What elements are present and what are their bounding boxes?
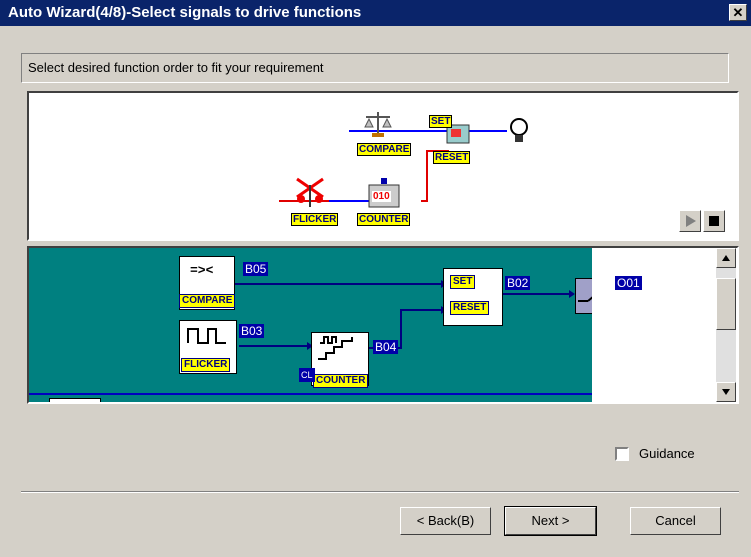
pulse-icon [187, 328, 226, 344]
window-title: Auto Wizard(4/8)-Select signals to drive… [8, 4, 362, 21]
guidance-label: Guidance [639, 446, 695, 461]
reset-label: RESET [433, 151, 471, 164]
compare-label: COMPARE [357, 143, 412, 156]
separator [21, 491, 739, 493]
compare-symbol: =>< [190, 263, 214, 278]
scroll-down-button[interactable] [716, 382, 736, 402]
instruction-text: Select desired function order to fit you… [28, 60, 324, 75]
scroll-up-button[interactable] [716, 248, 736, 268]
cancel-button[interactable]: Cancel [630, 507, 721, 535]
counter-label: COUNTER [357, 213, 411, 226]
partial-block [49, 398, 101, 402]
play-icon [686, 215, 696, 227]
back-button[interactable]: < Back(B) [400, 507, 491, 535]
counter-clear-label: CL [299, 368, 315, 382]
counter-digits: 010 [372, 191, 391, 202]
tag-b04: B04 [373, 340, 399, 354]
close-button[interactable]: ✕ [729, 4, 747, 21]
title-bar: Auto Wizard(4/8)-Select signals to drive… [0, 0, 751, 26]
tag-o01: O01 [615, 276, 642, 290]
tag-b02: B02 [505, 276, 531, 290]
next-button[interactable]: Next > [504, 506, 597, 536]
instruction-box: Select desired function order to fit you… [21, 53, 729, 83]
light-bulb-icon [507, 117, 531, 145]
arrow-down-icon [722, 389, 730, 395]
set-label: SET [429, 115, 453, 128]
tag-b03: B03 [239, 324, 265, 338]
crossing-signal-icon [293, 175, 327, 207]
set-block-label: SET [450, 275, 476, 289]
balance-icon [363, 109, 393, 139]
animation-preview: COMPARE SET RESET FLICKER 010 COUNTER [27, 91, 739, 241]
ladder-diagram[interactable]: =>< COMPARE FLICKER COUNTER CL SET RESET… [27, 246, 739, 404]
flicker-label: FLICKER [291, 213, 339, 226]
tag-b05: B05 [243, 262, 269, 276]
play-button[interactable] [679, 210, 701, 232]
compare-block-label: COMPARE [179, 294, 236, 308]
guidance-checkbox[interactable] [615, 447, 629, 461]
flicker-block-label: FLICKER [181, 358, 231, 372]
counter-block-label: COUNTER [313, 374, 369, 388]
stop-icon [709, 216, 719, 226]
set-reset-block[interactable]: SET RESET [443, 268, 503, 326]
arrow-up-icon [722, 255, 730, 261]
staircase-icon [318, 336, 353, 360]
stop-button[interactable] [703, 210, 725, 232]
scroll-thumb[interactable] [716, 278, 736, 330]
reset-block-label: RESET [450, 301, 490, 315]
